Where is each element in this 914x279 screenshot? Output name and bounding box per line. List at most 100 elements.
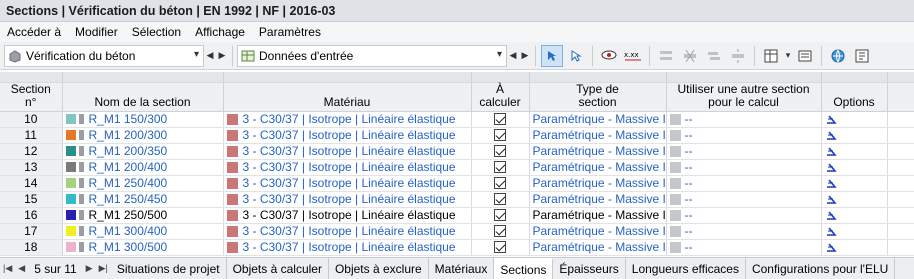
table-row[interactable]: 17 R_M1 300/400 3 - C30/37 | Isotrope | Li… [0, 223, 914, 240]
calculate-checkbox[interactable] [494, 193, 506, 206]
options-icon[interactable] [825, 225, 837, 237]
section-name-cell[interactable]: R_M1 150/300 [62, 111, 224, 128]
chevron-down-icon[interactable]: ▾ [783, 45, 793, 67]
other-section-cell[interactable]: -- [666, 111, 822, 128]
insert-row-icon[interactable] [655, 45, 677, 67]
section-name-cell[interactable]: R_M1 250/400 [62, 175, 224, 192]
table-row[interactable]: 15 R_M1 250/450 3 - C30/37 | Isotrope | Li… [0, 191, 914, 208]
material-cell[interactable]: 3 - C30/37 | Isotrope | Linéaire élastiq… [223, 175, 472, 192]
section-type-cell[interactable]: Paramétrique - Massive I [529, 175, 667, 192]
material-cell[interactable]: 3 - C30/37 | Isotrope | Linéaire élastiq… [223, 111, 472, 128]
calculate-checkbox[interactable] [494, 113, 506, 126]
material-cell[interactable]: 3 - C30/37 | Isotrope | Linéaire élastiq… [223, 127, 472, 144]
calculate-checkbox[interactable] [494, 129, 506, 142]
calculate-cell[interactable] [471, 223, 530, 240]
next-module-button[interactable]: ▶ [216, 45, 228, 67]
filter-icon[interactable] [794, 45, 816, 67]
options-cell[interactable] [821, 239, 888, 256]
material-cell[interactable]: 3 - C30/37 | Isotrope | Linéaire élastiq… [223, 223, 472, 240]
section-name-cell[interactable]: R_M1 250/450 [62, 191, 224, 208]
material-cell[interactable]: 3 - C30/37 | Isotrope | Linéaire élastiq… [223, 207, 472, 224]
other-section-cell[interactable]: -- [666, 127, 822, 144]
options-cell[interactable] [821, 191, 888, 208]
options-cell[interactable] [821, 159, 888, 176]
calculate-cell[interactable] [471, 191, 530, 208]
move-row-icon[interactable] [727, 45, 749, 67]
section-type-cell[interactable]: Paramétrique - Massive I [529, 207, 667, 224]
section-name-cell[interactable]: R_M1 200/400 [62, 159, 224, 176]
section-type-cell[interactable]: Paramétrique - Massive I [529, 143, 667, 160]
options-icon[interactable] [825, 129, 837, 141]
options-cell[interactable] [821, 207, 888, 224]
other-section-cell[interactable]: -- [666, 159, 822, 176]
material-cell[interactable]: 3 - C30/37 | Isotrope | Linéaire élastiq… [223, 159, 472, 176]
options-icon[interactable] [825, 145, 837, 157]
table-row[interactable]: 18 R_M1 300/500 3 - C30/37 | Isotrope | Li… [0, 239, 914, 256]
last-page-icon[interactable]: ▶| [96, 258, 111, 279]
menu-affichage[interactable]: Affichage [188, 25, 252, 39]
calculate-checkbox[interactable] [494, 161, 506, 174]
calculate-cell[interactable] [471, 111, 530, 128]
col-section-type[interactable]: Type de section [529, 82, 667, 112]
first-page-icon[interactable]: |◀ [0, 258, 15, 279]
table-select[interactable]: Données d'entrée ▾ [237, 44, 507, 67]
menu-selection[interactable]: Sélection [125, 25, 188, 39]
tab-epaisseurs[interactable]: Épaisseurs [553, 258, 626, 279]
tab-longueurs-efficaces[interactable]: Longueurs efficaces [625, 258, 746, 279]
section-name-cell[interactable]: R_M1 300/400 [62, 223, 224, 240]
options-cell[interactable] [821, 143, 888, 160]
options-icon[interactable] [825, 177, 837, 189]
settings-icon[interactable] [851, 45, 873, 67]
options-icon[interactable] [825, 193, 837, 205]
tab-objets-a-calculer[interactable]: Objets à calculer [226, 258, 329, 279]
col-other-section[interactable]: Utiliser une autre section pour le calcu… [666, 82, 822, 112]
table-row[interactable]: 10 R_M1 150/300 3 - C30/37 | Isotrope | Li… [0, 111, 914, 128]
calculate-cell[interactable] [471, 159, 530, 176]
copy-row-icon[interactable] [703, 45, 725, 67]
table-row[interactable]: 16 R_M1 250/500 3 - C30/37 | Isotrope | Li… [0, 207, 914, 224]
other-section-cell[interactable]: -- [666, 175, 822, 192]
prev-table-button[interactable]: ◀ [507, 45, 519, 67]
table-row[interactable]: 13 R_M1 200/400 3 - C30/37 | Isotrope | Li… [0, 159, 914, 176]
tab-situations-de-projet[interactable]: Situations de projet [110, 258, 227, 279]
section-type-cell[interactable]: Paramétrique - Massive I [529, 159, 667, 176]
section-type-cell[interactable]: Paramétrique - Massive I [529, 111, 667, 128]
calculate-checkbox[interactable] [494, 145, 506, 158]
excel-icon[interactable] [760, 45, 782, 67]
section-name-cell[interactable]: R_M1 200/300 [62, 127, 224, 144]
options-cell[interactable] [821, 175, 888, 192]
tab-sections[interactable]: Sections [494, 258, 554, 279]
calculate-cell[interactable] [471, 175, 530, 192]
decimal-icon[interactable]: x.xx [622, 45, 644, 67]
calculate-cell[interactable] [471, 207, 530, 224]
section-type-cell[interactable]: Paramétrique - Massive I [529, 127, 667, 144]
other-section-cell[interactable]: -- [666, 207, 822, 224]
tab-materiaux[interactable]: Matériaux [428, 258, 495, 279]
material-cell[interactable]: 3 - C30/37 | Isotrope | Linéaire élastiq… [223, 143, 472, 160]
col-options[interactable]: Options [821, 82, 888, 112]
options-icon[interactable] [825, 241, 837, 253]
pick-icon[interactable] [565, 45, 587, 67]
section-type-cell[interactable]: Paramétrique - Massive I [529, 239, 667, 256]
other-section-cell[interactable]: -- [666, 223, 822, 240]
next-page-icon[interactable]: ▶ [83, 258, 96, 279]
options-icon[interactable] [825, 113, 837, 125]
section-name-cell[interactable]: R_M1 250/500 [62, 207, 224, 224]
calculate-checkbox[interactable] [494, 241, 506, 254]
options-cell[interactable] [821, 111, 888, 128]
table-row[interactable]: 11 R_M1 200/300 3 - C30/37 | Isotrope | Li… [0, 127, 914, 144]
module-select[interactable]: Vérification du béton ▾ [4, 44, 204, 67]
section-name-cell[interactable]: R_M1 300/500 [62, 239, 224, 256]
next-table-button[interactable]: ▶ [519, 45, 531, 67]
table-row[interactable]: 14 R_M1 250/400 3 - C30/37 | Isotrope | Li… [0, 175, 914, 192]
tab-objets-a-exclure[interactable]: Objets à exclure [328, 258, 429, 279]
calculate-cell[interactable] [471, 239, 530, 256]
other-section-cell[interactable]: -- [666, 143, 822, 160]
col-section-name[interactable]: Nom de la section [62, 82, 224, 112]
options-cell[interactable] [821, 127, 888, 144]
delete-row-icon[interactable] [679, 45, 701, 67]
col-calculate[interactable]: À calculer [471, 82, 530, 112]
calculate-checkbox[interactable] [494, 209, 506, 222]
prev-module-button[interactable]: ◀ [204, 45, 216, 67]
options-cell[interactable] [821, 223, 888, 240]
